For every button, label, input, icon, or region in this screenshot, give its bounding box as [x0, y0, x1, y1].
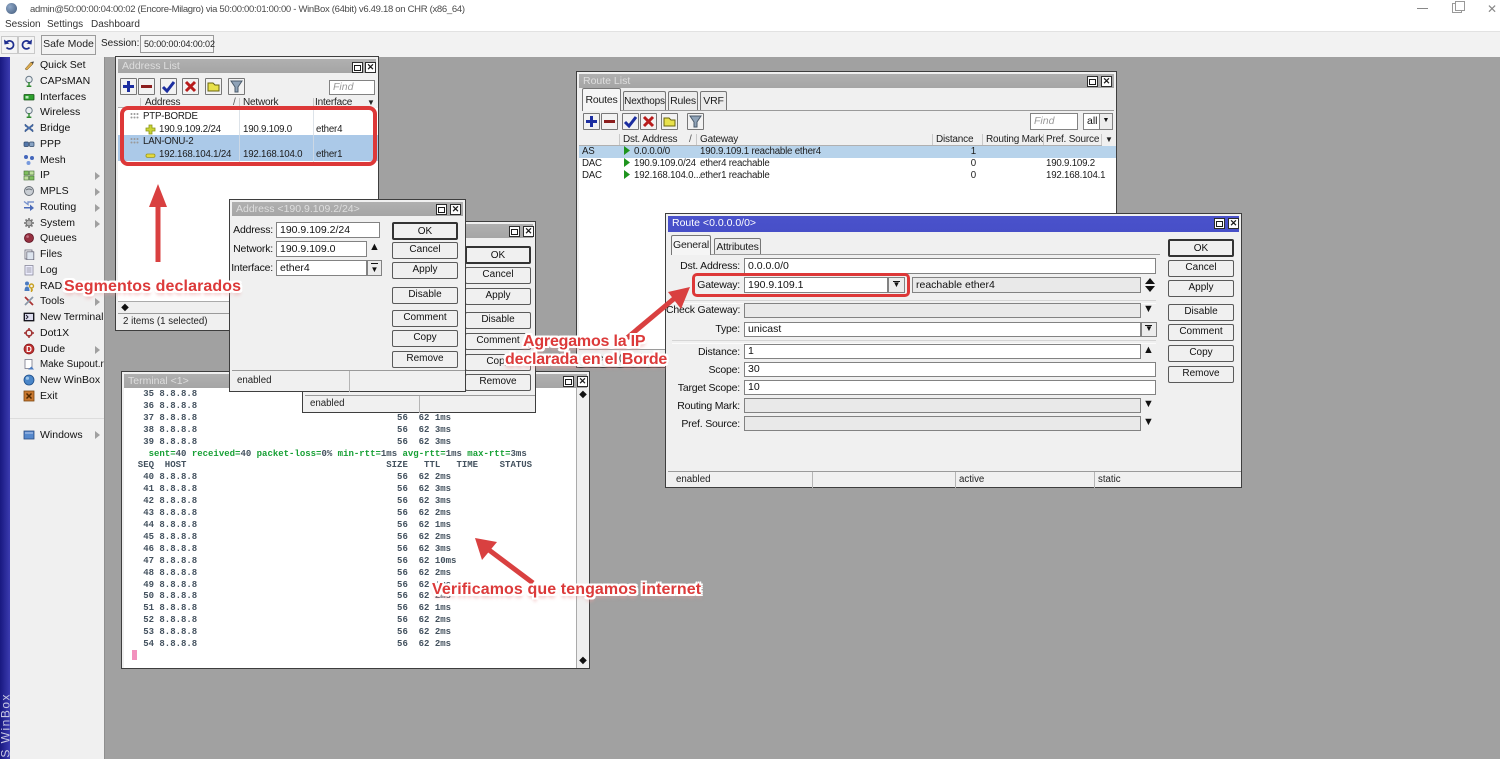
svg-text:D: D	[26, 345, 32, 354]
